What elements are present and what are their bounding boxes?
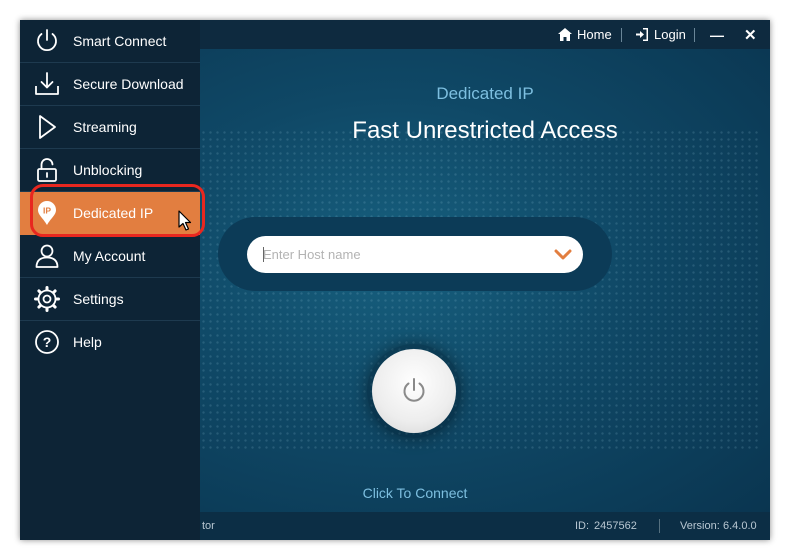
connect-power-button[interactable] <box>372 349 456 433</box>
power-button-ring <box>367 344 461 438</box>
sidebar-item-label: Unblocking <box>73 162 143 178</box>
chevron-down-icon <box>554 249 572 260</box>
login-icon <box>636 28 648 41</box>
power-icon <box>403 378 425 402</box>
status-left-text: tor <box>202 520 215 532</box>
login-button[interactable]: Login <box>635 20 686 49</box>
close-icon: ✕ <box>744 26 757 44</box>
home-button[interactable]: Home <box>558 20 612 49</box>
titlebar-divider <box>694 28 695 42</box>
host-name-field[interactable] <box>247 236 583 273</box>
sidebar-item-label: My Account <box>73 248 146 264</box>
sidebar-item-secure-download[interactable]: Secure Download <box>20 63 200 106</box>
sidebar-item-my-account[interactable]: My Account <box>20 235 200 278</box>
unlock-icon <box>34 157 60 183</box>
home-icon <box>558 28 572 41</box>
sidebar-item-label: Help <box>73 334 102 350</box>
download-icon <box>34 71 60 97</box>
host-name-input[interactable] <box>263 236 533 273</box>
sidebar-item-label: Streaming <box>73 119 137 135</box>
help-icon: ? <box>34 329 60 355</box>
id-label: ID: <box>575 520 590 532</box>
minimize-icon: — <box>710 26 724 43</box>
version-label: Version: <box>680 520 720 532</box>
svg-text:?: ? <box>43 334 52 350</box>
sidebar-item-settings[interactable]: Settings <box>20 278 200 321</box>
gear-icon <box>34 286 60 312</box>
page-title: Fast Unrestricted Access <box>352 117 618 144</box>
status-divider <box>659 519 660 533</box>
titlebar-divider <box>621 28 622 42</box>
sidebar-item-help[interactable]: ? Help <box>20 321 200 363</box>
text-caret <box>263 247 264 262</box>
sidebar-item-smart-connect[interactable]: Smart Connect <box>20 20 200 63</box>
sidebar-item-label: Settings <box>73 291 124 307</box>
version-value: 6.4.0.0 <box>723 520 757 532</box>
sidebar: Smart Connect Secure Download Streaming <box>20 20 200 540</box>
minimize-button[interactable]: — <box>710 20 724 49</box>
sidebar-item-label: Secure Download <box>73 76 184 92</box>
sidebar-item-streaming[interactable]: Streaming <box>20 106 200 149</box>
play-icon <box>34 114 60 140</box>
app-window: Home Login — ✕ Dedicated IP Fast Unrestr… <box>20 20 770 540</box>
user-icon <box>34 243 60 269</box>
click-to-connect-link[interactable]: Click To Connect <box>200 485 630 501</box>
page-subtitle: Dedicated IP <box>436 84 534 103</box>
login-label: Login <box>654 27 686 42</box>
mouse-cursor-icon <box>178 210 192 231</box>
home-label: Home <box>577 27 612 42</box>
host-dropdown-toggle[interactable] <box>551 244 575 266</box>
sidebar-item-label: Smart Connect <box>73 33 167 49</box>
id-value: 2457562 <box>594 520 637 532</box>
power-icon <box>34 28 60 54</box>
close-button[interactable]: ✕ <box>744 20 757 49</box>
